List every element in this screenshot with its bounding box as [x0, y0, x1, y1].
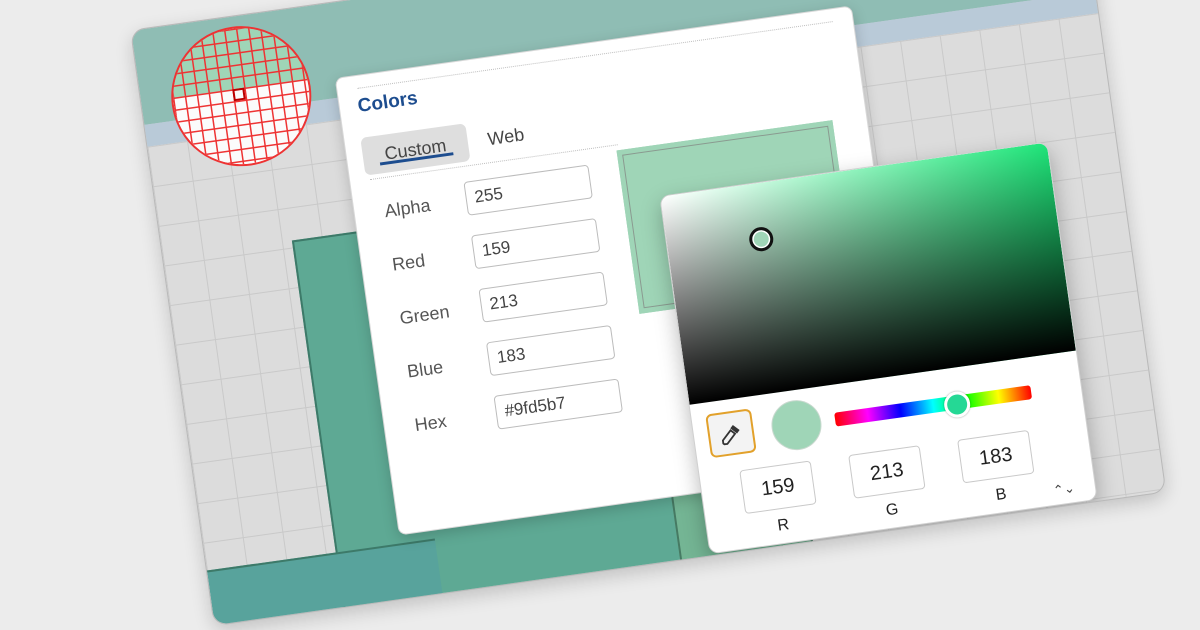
hex-label: Hex — [413, 410, 448, 436]
g-value-input[interactable]: 213 — [848, 445, 926, 499]
b-value-input[interactable]: 183 — [957, 429, 1035, 484]
tab-web[interactable]: Web — [463, 112, 548, 161]
r-label: R — [776, 516, 791, 535]
alpha-field[interactable]: 255 — [463, 164, 593, 216]
r-value-input[interactable]: 159 — [739, 460, 817, 515]
red-field[interactable]: 159 — [470, 218, 601, 270]
b-label: B — [994, 485, 1008, 504]
hue-slider[interactable] — [834, 385, 1033, 427]
color-picker-popup: 159 213 183 R G B ⌃⌄ — [659, 141, 1098, 555]
green-label: Green — [398, 301, 451, 329]
alpha-label: Alpha — [383, 195, 432, 222]
app-screenshot: Colors Custom Web Alpha 255 Red 159 Gree… — [130, 0, 1167, 627]
magnifier-center-cell — [232, 87, 246, 102]
red-label: Red — [390, 250, 427, 275]
app-window: Colors Custom Web Alpha 255 Red 159 Gree… — [130, 0, 1167, 627]
eyedropper-button[interactable] — [705, 408, 757, 459]
blue-field[interactable]: 183 — [485, 324, 616, 377]
current-color-swatch — [768, 396, 825, 454]
g-label: G — [884, 500, 900, 520]
mode-toggle-icon[interactable]: ⌃⌄ — [1052, 480, 1076, 499]
pixel-magnifier — [162, 17, 321, 176]
green-field[interactable]: 213 — [478, 271, 608, 323]
blue-label: Blue — [405, 356, 445, 382]
eyedropper-icon — [721, 424, 740, 446]
dialog-title: Colors — [356, 87, 419, 117]
hex-field[interactable]: #9fd5b7 — [493, 378, 623, 430]
